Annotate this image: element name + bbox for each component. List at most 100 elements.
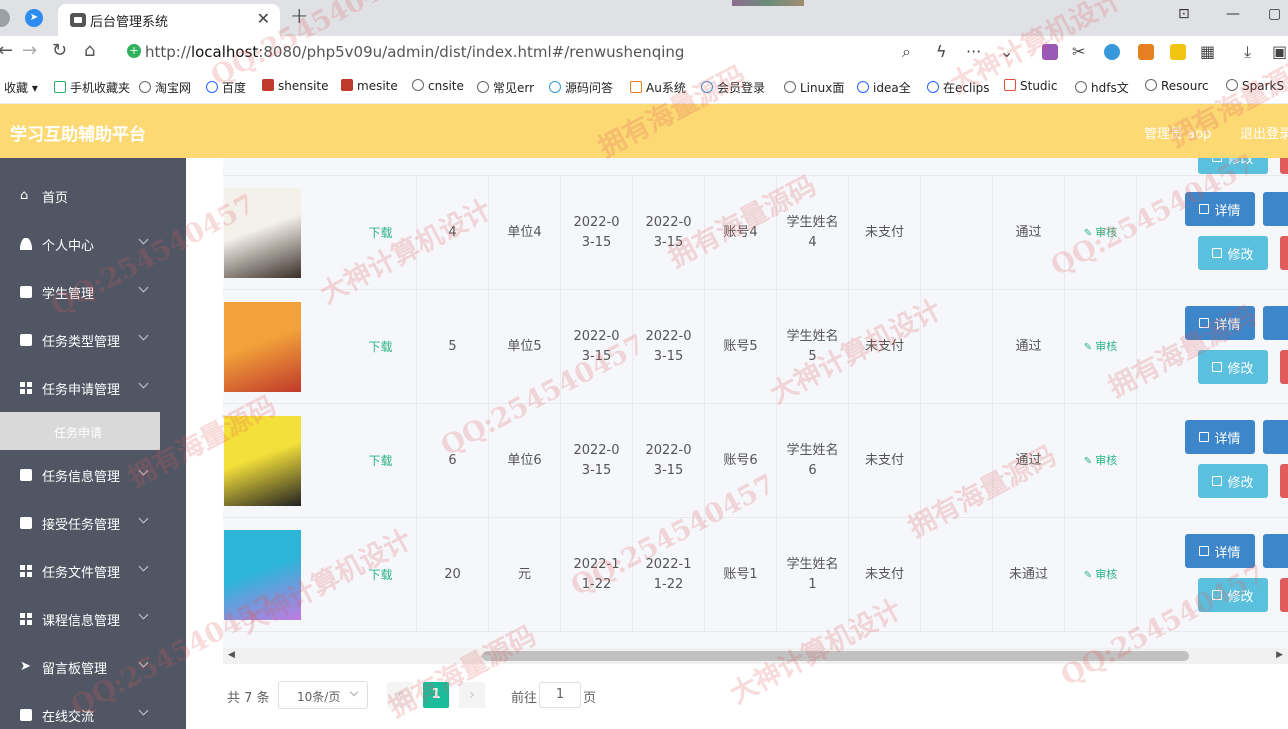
detail-button[interactable]: 详情 — [1185, 306, 1255, 340]
scissors-icon[interactable]: ✂ — [1072, 42, 1085, 61]
detail-button[interactable]: 详情 — [1185, 420, 1255, 454]
more-icon[interactable]: ··· — [966, 42, 981, 61]
bookmark-item[interactable]: cnsite — [412, 79, 468, 93]
scroll-right-icon[interactable]: ▶ — [1276, 650, 1283, 660]
sidebar-item-home[interactable]: ⌂ 首页 — [0, 172, 186, 220]
download-link-text[interactable]: 下载 — [368, 223, 392, 243]
page-size-select[interactable]: 10条/页 — [278, 681, 368, 709]
download-link-text[interactable]: 下载 — [368, 565, 392, 585]
bookmark-item[interactable]: Au系统 — [630, 79, 692, 96]
audit-link-text[interactable]: ✎ 审核 — [1084, 337, 1118, 358]
apps-grid-icon[interactable]: ▦ — [1200, 42, 1215, 61]
bookmark-item[interactable]: SparkS — [1226, 79, 1288, 93]
scroll-left-icon[interactable]: ◀ — [228, 650, 235, 660]
extra-action-button[interactable] — [1263, 420, 1288, 454]
sidebar-item-message-board[interactable]: ➤ 留言板管理 — [0, 643, 186, 691]
payment-status-cell-text: 未支付 — [864, 567, 904, 582]
bookmark-item[interactable]: 收藏 ▾ — [4, 79, 52, 96]
sidebar-item-chat[interactable]: 在线交流 — [0, 691, 186, 729]
bookmark-item[interactable]: 源码问答 — [549, 79, 621, 96]
bookmark-item[interactable]: idea全 — [857, 79, 915, 96]
minimize-icon[interactable]: — — [1226, 6, 1240, 22]
home-icon[interactable]: ⌂ — [84, 40, 95, 61]
bookmark-item[interactable]: shensite — [262, 79, 332, 93]
back-icon[interactable]: ← — [0, 40, 13, 61]
edit-button[interactable]: 修改 — [1198, 158, 1268, 174]
bookmark-item[interactable]: 淘宝网 — [139, 79, 199, 96]
data-table[interactable]: 修改 下载 4 单位4 2022-03-15 2022-03-15 账号4 学生姓名4 未支付… — [223, 158, 1288, 648]
sidebar-item-task-applications[interactable]: 任务申请管理 — [0, 364, 186, 412]
previous-tab-icon[interactable] — [0, 9, 10, 27]
reload-icon[interactable]: ↻ — [52, 40, 67, 61]
sidebar-item-students[interactable]: 学生管理 — [0, 268, 186, 316]
bookmark-item[interactable]: Studic — [1004, 79, 1066, 93]
sidebar-item-accepted-tasks[interactable]: 接受任务管理 — [0, 499, 186, 547]
delete-button[interactable] — [1280, 464, 1288, 498]
sidebar-subitem-task-application[interactable]: 任务申请 — [0, 412, 160, 450]
bookmark-item[interactable]: hdfs文 — [1075, 79, 1133, 96]
sidebar-item-label: 任务申请管理 — [42, 383, 121, 398]
audit-link-text[interactable]: ✎ 审核 — [1084, 223, 1118, 244]
telegram-tab-icon[interactable]: ➤ — [25, 9, 43, 27]
collections-icon[interactable]: ⊡ — [1178, 6, 1190, 22]
zoom-search-icon[interactable]: ⌕ — [902, 42, 911, 62]
next-page-button[interactable]: › — [459, 682, 485, 708]
translate-extension-icon[interactable] — [1042, 44, 1058, 60]
download-link: 下载 — [345, 176, 417, 290]
bookmark-item[interactable]: 在eclips — [927, 79, 993, 96]
extensions-icon[interactable]: ▣ — [1272, 42, 1287, 61]
bookmark-item[interactable]: mesite — [341, 79, 403, 93]
bookmark-item[interactable]: 手机收藏夹 — [54, 79, 132, 96]
download-link-text[interactable]: 下载 — [368, 451, 392, 471]
sidebar-item-courses[interactable]: 课程信息管理 — [0, 595, 186, 643]
url-input[interactable]: + http://localhost:8080/php5v09u/admin/d… — [118, 38, 1030, 66]
sidebar-item-profile[interactable]: 个人中心 — [0, 220, 186, 268]
detail-button[interactable]: 详情 — [1185, 534, 1255, 568]
new-tab-icon[interactable]: + — [290, 4, 308, 29]
scrollbar-thumb[interactable] — [482, 651, 1189, 661]
horizontal-scrollbar[interactable]: ◀ ▶ — [223, 648, 1288, 664]
bookmark-item[interactable]: 会员登录 — [701, 79, 773, 96]
edit-button[interactable]: 修改 — [1198, 464, 1268, 498]
audit-link-text[interactable]: ✎ 审核 — [1084, 565, 1118, 586]
download-link-text[interactable]: 下载 — [368, 337, 392, 357]
forward-icon[interactable]: → — [22, 40, 37, 61]
extra-action-button[interactable] — [1263, 192, 1288, 226]
sidebar-item-task-types[interactable]: 任务类型管理 — [0, 316, 186, 364]
logout-link[interactable]: 退出登录 — [1240, 123, 1288, 142]
edit-button[interactable]: 修改 — [1198, 350, 1268, 384]
delete-button[interactable] — [1280, 158, 1288, 174]
browser-tab-active[interactable]: 后台管理系统 ✕ — [58, 4, 280, 36]
detail-button[interactable]: 详情 — [1185, 192, 1255, 226]
delete-button[interactable] — [1280, 578, 1288, 612]
end-date-cell-text: 2022-03-15 — [645, 329, 692, 364]
prev-page-button[interactable]: ‹ — [387, 682, 413, 708]
sidebar-item-label: 任务信息管理 — [42, 470, 121, 485]
goto-page-input[interactable]: 1 — [539, 682, 581, 708]
edit-button[interactable]: 修改 — [1198, 236, 1268, 270]
game-extension-icon[interactable] — [1138, 44, 1154, 60]
edit-button-label: 修改 — [1227, 247, 1254, 263]
download-icon[interactable]: ⤓ — [1244, 42, 1251, 62]
lightning-icon[interactable]: ϟ — [936, 42, 947, 61]
bookmark-item[interactable]: 常见err — [477, 79, 537, 96]
extra-action-button[interactable] — [1263, 306, 1288, 340]
tab-close-icon[interactable]: ✕ — [257, 9, 270, 28]
bookmark-item[interactable]: Linux面 — [784, 79, 848, 96]
sidebar-item-task-info[interactable]: 任务信息管理 — [0, 451, 186, 499]
page-number-current[interactable]: 1 — [423, 682, 449, 708]
shield-extension-icon[interactable] — [1170, 44, 1186, 60]
bookmark-item[interactable]: 百度 — [206, 79, 256, 96]
bookmark-item[interactable]: Resourc — [1145, 79, 1225, 93]
extra-action-button[interactable] — [1263, 534, 1288, 568]
edit-button[interactable]: 修改 — [1198, 578, 1268, 612]
grid-icon — [20, 565, 32, 577]
maximize-icon[interactable]: ▢ — [1268, 6, 1281, 22]
audit-link-text[interactable]: ✎ 审核 — [1084, 451, 1118, 472]
table-row: 下载 5 单位5 2022-03-15 2022-03-15 账号5 学生姓名5 未支付 通过 ✎… — [223, 290, 1288, 404]
dropdown-chevron-icon[interactable]: ⌄ — [1000, 42, 1013, 61]
delete-button[interactable] — [1280, 350, 1288, 384]
search-extension-icon[interactable] — [1104, 44, 1120, 60]
delete-button[interactable] — [1280, 236, 1288, 270]
sidebar-item-task-files[interactable]: 任务文件管理 — [0, 547, 186, 595]
